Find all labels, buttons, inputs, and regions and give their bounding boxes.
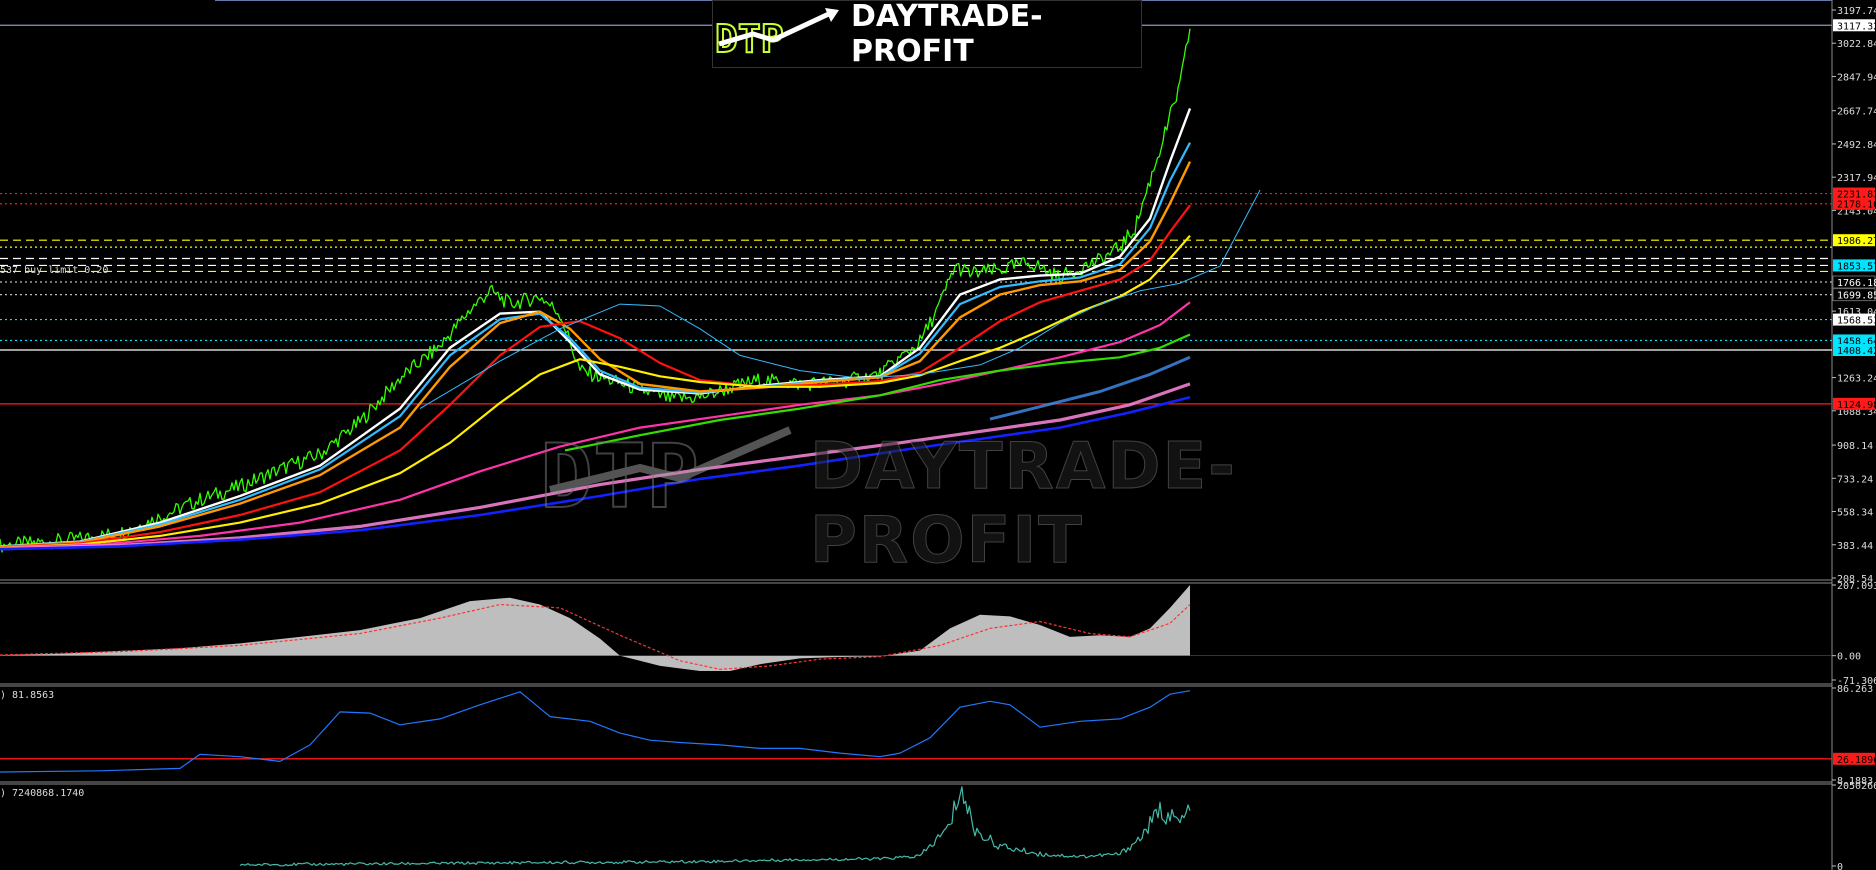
rsi-value-label: ) 81.8563 (0, 690, 55, 701)
price-tag-label: 1853.57 (1837, 261, 1876, 272)
y-tick-label: 2317.94 (1837, 173, 1876, 184)
price-tag-label: 3117.32 (1837, 21, 1876, 32)
watermark: DTP DAYTRADE-PROFIT (520, 412, 1350, 579)
brand-logo: DTP DAYTRADE-PROFIT (712, 0, 1142, 69)
y-tick-label: 733.24 (1837, 474, 1873, 485)
y-tick-label: 3197.74 (1837, 6, 1876, 17)
y-tick-label: 86.263 (1837, 684, 1873, 695)
order-label: 537 buy limit 0.20 (0, 265, 109, 276)
y-tick-label: 3022.84 (1837, 39, 1876, 50)
rsi-level-tag-label: 26.1896 (1837, 755, 1876, 766)
price-tag-label: 1408.42 (1837, 346, 1876, 357)
price-tag-label: 2178.10 (1837, 200, 1876, 211)
y-tick-label: 0 (1837, 862, 1843, 870)
price-tag-label: 1986.27 (1837, 236, 1876, 247)
y-tick-label: 558.34 (1837, 508, 1873, 519)
price-tag-label: 1766.18 (1837, 278, 1876, 289)
y-tick-label: 2847.94 (1837, 72, 1876, 83)
y-tick-label: 20502666 (1837, 781, 1876, 792)
price-tag-label: 1124.98 (1837, 400, 1876, 411)
logo-brand-text: DAYTRADE-PROFIT (851, 0, 1043, 69)
y-tick-label: 2667.74 (1837, 107, 1876, 118)
y-tick-label: 1263.24 (1837, 374, 1876, 385)
y-tick-label: 207.093 (1837, 581, 1876, 592)
dtp-logo-mark: DTP (713, 4, 843, 64)
y-tick-label: 908.14 (1837, 441, 1873, 452)
price-tag-label: 1568.53 (1837, 316, 1876, 327)
volume-value-label: ) 7240868.1740 (0, 788, 85, 799)
y-tick-label: 0.00 (1837, 652, 1861, 663)
y-tick-label: 383.44 (1837, 541, 1873, 552)
y-tick-label: 2492.84 (1837, 140, 1876, 151)
watermark-brand-text: DAYTRADE-PROFIT (810, 430, 1237, 579)
price-tag-label: 1699.85 (1837, 291, 1876, 302)
